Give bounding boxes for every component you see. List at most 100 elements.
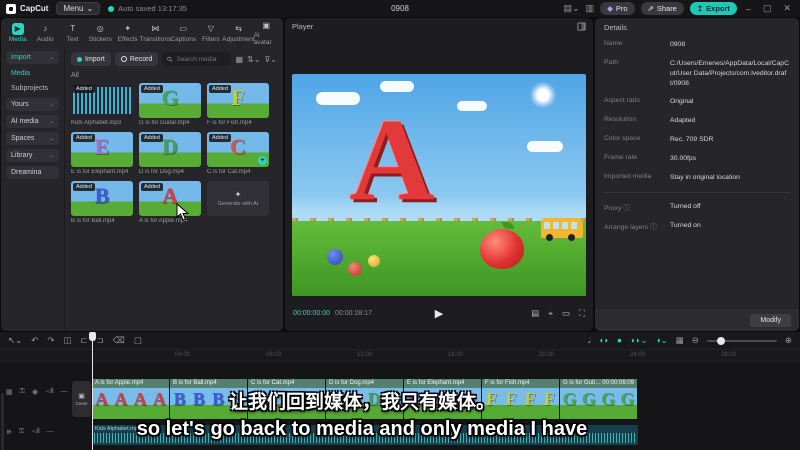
maximize-button[interactable]: ▢ <box>760 3 775 14</box>
fullscreen-icon[interactable]: ⛶ <box>579 308 585 319</box>
export-button[interactable]: ↥ Export <box>689 2 737 15</box>
share-button[interactable]: ⇗ Share <box>640 2 684 15</box>
media-item[interactable]: F Added F is for Fish.mp4 <box>207 83 269 126</box>
tab-adjustment[interactable]: ⇆ Adjustment <box>222 23 255 43</box>
modify-button[interactable]: Modify <box>750 313 791 327</box>
media-item[interactable]: B Added B is for Ball.mp4 <box>71 181 133 224</box>
sidebar-item-spaces[interactable]: Spaces ⌄ <box>6 132 59 145</box>
sidebar-item-import[interactable]: Import ⌄ <box>6 51 59 64</box>
video-clip[interactable]: E is for Elephant.mp4 E E E E <box>404 379 482 419</box>
sidebar-item-library[interactable]: Library ⌄ <box>6 149 59 162</box>
expand-preview-icon[interactable]: ⌖ <box>548 308 553 319</box>
zoom-slider-knob[interactable] <box>716 336 725 345</box>
add-to-timeline-button[interactable]: + <box>258 156 267 165</box>
tab-transitions[interactable]: ⋈ Transitions <box>140 23 172 43</box>
generate-with-ai-card[interactable]: ✦ Generate with AI <box>207 181 269 224</box>
lock-track-icon[interactable]: ⚿ <box>20 388 25 396</box>
media-thumbnail[interactable]: F Added <box>207 83 269 118</box>
minimize-button[interactable]: – <box>743 4 754 14</box>
media-item[interactable]: D Added D is for Dog.mp4 <box>139 132 201 175</box>
undo-icon[interactable]: ↶ <box>31 336 38 345</box>
preview-axis-icon[interactable]: ◑⌄ <box>655 336 667 345</box>
video-clip[interactable]: D is for Dog.mp4 D D D D <box>326 379 404 419</box>
media-thumbnail[interactable]: A Added <box>139 181 201 216</box>
media-thumbnail[interactable]: E Added <box>71 132 133 167</box>
close-button[interactable]: ✕ <box>780 3 794 14</box>
sidebar-item-dreamina[interactable]: Dreamina <box>6 166 59 179</box>
tab-media[interactable]: ▶ Media <box>5 22 30 43</box>
sort-icon[interactable]: ⇅⌄ <box>247 55 260 64</box>
lock-track-icon[interactable]: ⚿ <box>19 428 24 436</box>
tab-text[interactable]: T Text <box>60 23 85 43</box>
pro-button[interactable]: ◆ Pro <box>600 2 635 15</box>
layout-switch-icon[interactable]: ▤⌄ <box>564 4 580 13</box>
video-clip[interactable]: F is for Fish.mp4 F F F F <box>482 379 560 419</box>
menu-button[interactable]: Menu ⌄ <box>56 2 101 15</box>
select-tool-icon[interactable]: ↖⌄ <box>8 336 22 345</box>
sidebar-item-yours[interactable]: Yours ⌄ <box>6 98 59 111</box>
timeline-ruler[interactable]: 04:00 08:00 12:00 16:00 20:00 24:00 28:00 <box>0 349 800 362</box>
tab-effects[interactable]: ✦ Effects <box>115 23 140 43</box>
sidebar-item-ai-media[interactable]: AI media ⌄ <box>6 115 59 128</box>
tab-stickers[interactable]: ◎ Stickers <box>87 23 112 43</box>
sidebar-item-subprojects[interactable]: Subprojects <box>6 83 59 94</box>
cover-button[interactable]: ▣ Cover <box>72 381 91 417</box>
redo-icon[interactable]: ↷ <box>47 336 54 345</box>
video-clip[interactable]: B is for Ball.mp4 B B B B <box>170 379 248 419</box>
split-icon[interactable]: ◫ <box>64 336 72 345</box>
magnetic-main-track-icon[interactable]: ◖◗ <box>599 336 609 345</box>
media-item[interactable]: C Added + C is for Cat.mp4 <box>207 132 269 175</box>
ratio-icon[interactable]: ▭ <box>562 308 570 319</box>
auto-snap-icon[interactable]: ● <box>617 336 622 345</box>
delete-right-icon[interactable]: ⊐ <box>97 336 104 345</box>
media-item[interactable]: Added Kids Alphabet.mp3 <box>71 83 133 126</box>
play-button[interactable]: ▶ <box>435 307 443 320</box>
render-preview-icon[interactable]: ▦ <box>676 336 684 345</box>
video-clip[interactable]: G is for Guitar.mp400:00:06:09GGGG <box>560 379 638 419</box>
tab-audio[interactable]: ♪ Audio <box>32 23 57 43</box>
timeline-scrollbar[interactable] <box>1 393 4 450</box>
media-thumbnail[interactable]: C Added + <box>207 132 269 167</box>
playhead[interactable] <box>89 332 96 450</box>
clip-thumbnails: BBBB <box>170 388 247 419</box>
record-voiceover-icon[interactable]: 𝅘𝅥 <box>588 336 591 345</box>
media-thumbnail[interactable]: D Added <box>139 132 201 167</box>
audio-clip[interactable]: Kids Alphabet.mp3 <box>92 425 638 445</box>
media-thumbnail[interactable]: G Added <box>139 83 201 118</box>
sidebar-item-media[interactable]: Media <box>6 68 59 79</box>
preview-quality-icon[interactable]: ▤ <box>531 308 539 319</box>
video-clip[interactable]: A is for Apple.mp4 A A A A <box>92 379 170 419</box>
link-clips-icon[interactable]: ◖◗⌄ <box>630 336 647 345</box>
video-preview[interactable]: A <box>292 74 586 296</box>
added-badge: Added <box>73 85 95 93</box>
tab-captions[interactable]: ▭ Captions <box>170 23 196 43</box>
mute-track-icon[interactable]: ◅⦀ <box>31 427 39 436</box>
tab-filters[interactable]: ▽ Filters <box>198 23 223 43</box>
timeline-zoom-slider[interactable] <box>706 336 777 345</box>
media-thumbnail[interactable]: Added <box>71 83 133 118</box>
search-input[interactable] <box>176 55 227 63</box>
generate-with-ai-card-inner[interactable]: ✦ Generate with AI <box>207 181 269 216</box>
player-expand-icon[interactable] <box>577 22 586 31</box>
search-box[interactable] <box>162 52 232 66</box>
zoom-in-icon[interactable]: ⊕ <box>785 336 792 345</box>
media-item[interactable]: E Added E is for Elephant.mp4 <box>71 132 133 175</box>
filter-icon[interactable]: ⊽⌄ <box>264 55 277 64</box>
media-item[interactable]: G Added G is for Guitar.mp4 <box>139 83 201 126</box>
grid-view-icon[interactable]: ▦ <box>235 55 243 64</box>
delete-icon[interactable]: ⌫ <box>113 336 125 345</box>
media-item[interactable]: A Added A is for Apple.mp4 <box>139 181 201 224</box>
mute-track-icon[interactable]: ◅⦀ <box>45 387 53 396</box>
collapse-track-icon[interactable]: — <box>61 388 68 395</box>
tab-ai-avatar[interactable]: ▣ AI avatar <box>254 19 279 47</box>
zoom-out-icon[interactable]: ⊖ <box>692 336 699 345</box>
crop-icon[interactable]: ▢ <box>134 336 142 345</box>
panel-layout-icon[interactable]: ▥ <box>586 4 595 13</box>
media-thumbnail[interactable]: B Added <box>71 181 133 216</box>
video-clip[interactable]: C is for Cat.mp4 C C C C <box>248 379 326 419</box>
delete-left-icon[interactable]: ⊏ <box>81 336 88 345</box>
collapse-track-icon[interactable]: — <box>47 428 54 435</box>
record-button[interactable]: Record <box>114 52 159 66</box>
import-button[interactable]: Import <box>71 52 111 66</box>
hide-track-icon[interactable]: ◉ <box>32 388 38 396</box>
